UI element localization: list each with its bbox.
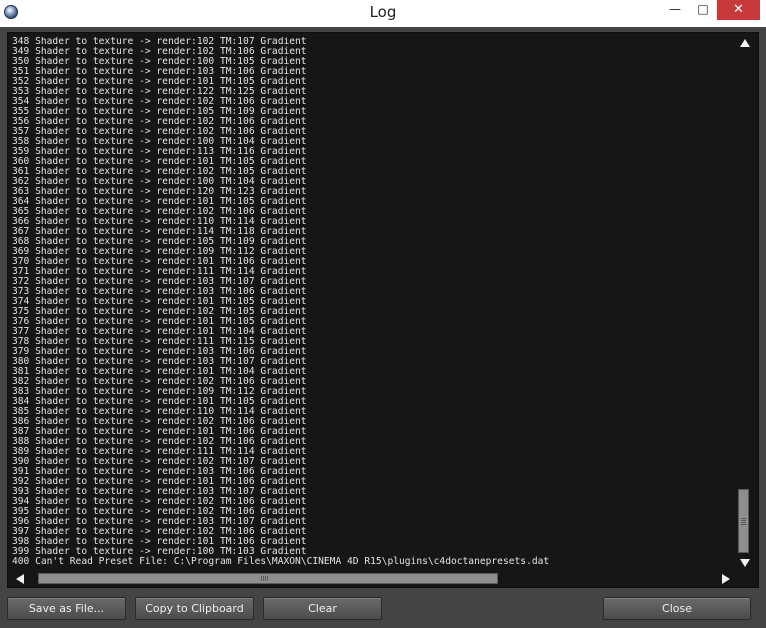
window-close-button[interactable]: ✕ xyxy=(717,0,760,20)
minimize-button[interactable]: — xyxy=(662,0,688,20)
close-button[interactable]: Close xyxy=(603,597,751,620)
clear-button[interactable]: Clear xyxy=(263,597,382,620)
log-panel: 348 Shader to texture -> render:102 TM:1… xyxy=(7,32,759,588)
window-title: Log xyxy=(369,3,397,21)
grip-icon xyxy=(261,576,269,581)
vertical-scroll-thumb[interactable] xyxy=(738,489,749,553)
log-line: 400 Can't Read Preset File: C:\Program F… xyxy=(12,557,738,567)
scroll-down-arrow-icon[interactable] xyxy=(740,559,750,567)
log-text-area[interactable]: 348 Shader to texture -> render:102 TM:1… xyxy=(12,37,738,569)
vertical-scrollbar[interactable] xyxy=(738,37,752,567)
title-bar[interactable]: Log — □ ✕ xyxy=(0,0,766,27)
copy-to-clipboard-button[interactable]: Copy to Clipboard xyxy=(135,597,254,620)
log-line-number: 400 xyxy=(12,556,30,567)
scroll-right-arrow-icon[interactable] xyxy=(722,574,730,584)
log-line-text: Can't Read Preset File: C:\Program Files… xyxy=(35,556,550,567)
scroll-left-arrow-icon[interactable] xyxy=(16,574,24,584)
log-window: Log — □ ✕ 348 Shader to texture -> rende… xyxy=(0,0,766,628)
horizontal-scroll-thumb[interactable] xyxy=(38,573,498,584)
horizontal-scrollbar[interactable] xyxy=(12,572,738,586)
maximize-button[interactable]: □ xyxy=(690,0,716,20)
save-as-file-button[interactable]: Save as File... xyxy=(7,597,126,620)
scroll-up-arrow-icon[interactable] xyxy=(740,39,750,47)
grip-icon xyxy=(741,518,746,526)
